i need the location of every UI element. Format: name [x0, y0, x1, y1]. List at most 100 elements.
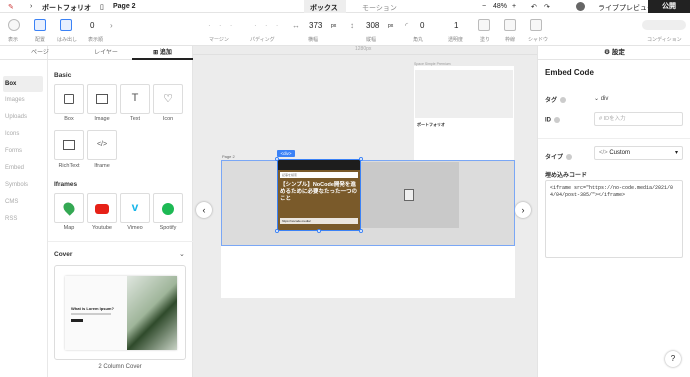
help-icon[interactable] [566, 154, 573, 161]
type-select[interactable]: </> Custom ▾ [594, 146, 683, 160]
design-canvas[interactable]: 1280px ‹ › Space Simple Premium ポートフォリオ … [193, 46, 537, 377]
shadow-swatch[interactable] [530, 19, 542, 31]
divider [538, 138, 690, 139]
embed-url: https://nocode.media/ [280, 218, 358, 224]
vimeo-icon: v [131, 200, 139, 214]
redo-icon[interactable]: ↷ [544, 3, 550, 11]
cover-heading: What is Lorem Ipsum? [71, 306, 114, 311]
nav-forms[interactable]: Forms [5, 148, 22, 154]
id-label: ID [545, 117, 560, 124]
fill-swatch[interactable] [478, 19, 490, 31]
nav-images[interactable]: Images [5, 97, 25, 103]
height-icon: ↕ [350, 21, 354, 30]
text-tile[interactable]: T [120, 84, 150, 114]
page-name[interactable]: Page 2 [113, 3, 136, 10]
iframes-section-title: Iframes [54, 181, 78, 188]
undo-icon[interactable]: ↶ [531, 3, 537, 11]
margin-control[interactable]: · · · [208, 21, 235, 30]
opacity-label: 透明度 [448, 37, 464, 43]
text-tile-label: Text [129, 116, 141, 122]
avatar[interactable] [576, 2, 585, 11]
eye-icon[interactable] [8, 19, 20, 31]
canvas-width-label: 1280px [355, 46, 372, 52]
publish-button[interactable]: 公開 [648, 0, 690, 13]
align-icon[interactable] [34, 19, 46, 31]
panel-title: Embed Code [545, 68, 594, 77]
preview-image [415, 70, 513, 118]
border-swatch[interactable] [504, 19, 516, 31]
plus-icon: ⊞ [153, 50, 160, 56]
image-tile[interactable] [87, 84, 117, 114]
zoom-out-icon[interactable]: − [482, 3, 486, 10]
tab-layers[interactable]: レイヤー [80, 46, 132, 60]
width-unit[interactable]: px [331, 23, 336, 29]
map-tile[interactable] [54, 193, 84, 223]
chevron-right-icon[interactable]: › [110, 21, 113, 30]
tab-settings-label: 設定 [611, 49, 625, 56]
condition-toggle[interactable] [642, 20, 686, 30]
tag-select[interactable]: ⌄ div [594, 95, 608, 102]
height-unit[interactable]: px [388, 23, 393, 29]
nav-symbols[interactable]: Symbols [5, 182, 28, 188]
align-label: 配置 [35, 37, 46, 43]
tab-add[interactable]: ⊞ 追加 [132, 46, 193, 60]
tab-add-label: 追加 [159, 50, 172, 56]
help-button[interactable]: ? [665, 351, 681, 367]
order-value[interactable]: 0 [90, 21, 94, 30]
top-bar: ✎ › ポートフォリオ ▯ Page 2 ボックス モーション − 48% + … [0, 0, 690, 13]
vimeo-tile[interactable]: v [120, 193, 150, 223]
prev-arrow-button[interactable]: ‹ [196, 202, 212, 218]
margin-label: マージン [209, 37, 229, 43]
icon-tile[interactable]: ♡ [153, 84, 183, 114]
overflow-icon[interactable] [60, 19, 72, 31]
nav-uploads[interactable]: Uploads [5, 114, 27, 120]
nav-box[interactable]: Box [5, 81, 16, 87]
embed-code-textarea[interactable]: <iframe src="https://no-code.media/2021/… [545, 180, 683, 258]
selected-embed[interactable]: 記事を検索 【シンプル】NoCode開発を進めるために必要なたった一つのこと h… [277, 159, 361, 231]
id-input[interactable]: # IDを入力 [594, 112, 683, 126]
youtube-tile[interactable] [87, 193, 117, 223]
type-label-text: タイプ [545, 155, 564, 161]
page-preview[interactable]: Space Simple Premium ポートフォリオ [414, 62, 514, 170]
zoom-in-icon[interactable]: + [512, 3, 516, 10]
preview-button[interactable]: ライブプレビュー [598, 3, 654, 13]
radius-label: 角丸 [413, 37, 424, 43]
padding-control[interactable]: · · · [254, 21, 281, 30]
chevron-down-icon[interactable]: ⌄ [179, 250, 185, 258]
next-arrow-button[interactable]: › [515, 202, 531, 218]
nav-embed[interactable]: Embed [5, 165, 24, 171]
width-value[interactable]: 373 [309, 21, 322, 30]
nav-rss[interactable]: RSS [5, 216, 17, 222]
resize-handle[interactable] [359, 157, 363, 161]
project-name[interactable]: ポートフォリオ [42, 3, 91, 13]
resize-handle[interactable] [359, 229, 363, 233]
box-tile[interactable] [54, 84, 84, 114]
nav-cms[interactable]: CMS [5, 199, 18, 205]
height-value[interactable]: 308 [366, 21, 379, 30]
radius-value[interactable]: 0 [420, 21, 424, 30]
right-placeholder-box[interactable] [361, 162, 459, 228]
tab-motion[interactable]: モーション [362, 3, 397, 13]
page-frame-label: Page 2 [222, 154, 235, 159]
pencil-icon[interactable]: ✎ [8, 3, 14, 11]
tab-pages[interactable]: ページ [0, 46, 80, 60]
help-icon[interactable] [554, 117, 560, 123]
richtext-tile-label: RichText [58, 163, 80, 169]
richtext-tile[interactable] [54, 130, 84, 160]
iframe-tile[interactable]: </> [87, 130, 117, 160]
opacity-value[interactable]: 1 [454, 21, 458, 30]
tab-settings[interactable]: ⚙ 設定 [538, 46, 690, 60]
spotify-tile[interactable] [153, 193, 183, 223]
resize-handle[interactable] [317, 229, 321, 233]
nav-icons[interactable]: Icons [5, 131, 19, 137]
cover-card[interactable]: What is Lorem Ipsum? [54, 265, 186, 360]
cover-section-title: Cover [54, 251, 73, 258]
vimeo-tile-label: Vimeo [127, 225, 143, 231]
resize-handle[interactable] [275, 157, 279, 161]
cover-preview: What is Lorem Ipsum? [65, 276, 177, 350]
height-label: 縦幅 [366, 37, 377, 43]
resize-handle[interactable] [275, 229, 279, 233]
zoom-level[interactable]: 48% [493, 3, 507, 10]
id-placeholder: IDを入力 [603, 116, 626, 122]
help-icon[interactable] [560, 97, 567, 104]
